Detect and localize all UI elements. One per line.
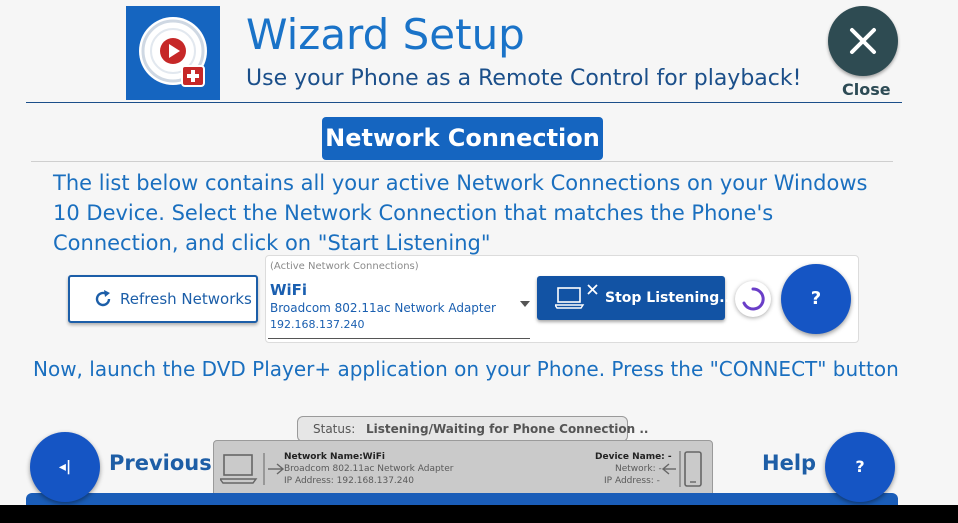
device-network-text: Network: - — [615, 464, 662, 474]
dvd-player-plus-icon — [126, 6, 220, 100]
section-divider — [31, 161, 893, 162]
ip-address-text: IP Address: 192.168.137.240 — [284, 476, 414, 486]
adapter-text: Broadcom 802.11ac Network Adapter — [284, 464, 454, 474]
help-question-button[interactable]: ? — [781, 264, 851, 334]
phone-icon — [661, 451, 702, 487]
bottom-edge — [0, 505, 958, 523]
network-combo-selected-adapter[interactable]: Broadcom 802.11ac Network Adapter — [270, 301, 496, 315]
device-ip-text: IP Address: - — [604, 476, 660, 486]
loading-spinner-icon — [735, 281, 771, 317]
chevron-down-icon[interactable] — [520, 301, 530, 307]
page-subtitle: Use your Phone as a Remote Control for p… — [246, 66, 802, 91]
status-value: Listening/Waiting for Phone Connection .… — [366, 422, 649, 436]
refresh-icon — [95, 290, 111, 307]
instructions-text: The list below contains all your active … — [53, 171, 868, 255]
stop-listening-label: Stop Listening.. — [605, 290, 730, 306]
connection-info-panel: Network Name:WiFi Broadcom 802.11ac Netw… — [213, 440, 713, 497]
network-name-text: Network Name:WiFi — [284, 452, 385, 462]
status-badge: Status: Listening/Waiting for Phone Conn… — [297, 416, 648, 442]
previous-link[interactable]: Previous — [109, 451, 212, 475]
previous-round-button[interactable]: ◂| — [30, 432, 100, 502]
section-title: Network Connection — [322, 117, 603, 160]
refresh-networks-button[interactable]: Refresh Networks — [68, 275, 258, 323]
close-icon — [850, 28, 876, 54]
close-button[interactable] — [828, 6, 898, 76]
laptop-icon — [220, 453, 285, 485]
launch-instructions-text: Now, launch the DVD Player+ application … — [33, 357, 899, 381]
laptop-disconnect-icon — [555, 284, 598, 309]
network-combo-caption: (Active Network Connections) — [270, 261, 419, 272]
help-link[interactable]: Help — [762, 451, 816, 475]
page-title: Wizard Setup — [246, 10, 525, 59]
help-round-button[interactable]: ? — [825, 432, 895, 502]
network-combo-selected-name[interactable]: WiFi — [270, 281, 307, 299]
previous-icon: ◂| — [58, 459, 72, 475]
close-label[interactable]: Close — [842, 80, 891, 99]
stop-listening-button[interactable]: Stop Listening.. — [537, 276, 730, 320]
refresh-networks-label: Refresh Networks — [120, 290, 252, 308]
header-divider — [26, 102, 902, 103]
status-key: Status: — [313, 422, 356, 436]
network-combo-underline — [268, 338, 530, 339]
network-combo-selected-ip[interactable]: 192.168.137.240 — [270, 318, 364, 331]
help-icon: ? — [855, 457, 865, 476]
